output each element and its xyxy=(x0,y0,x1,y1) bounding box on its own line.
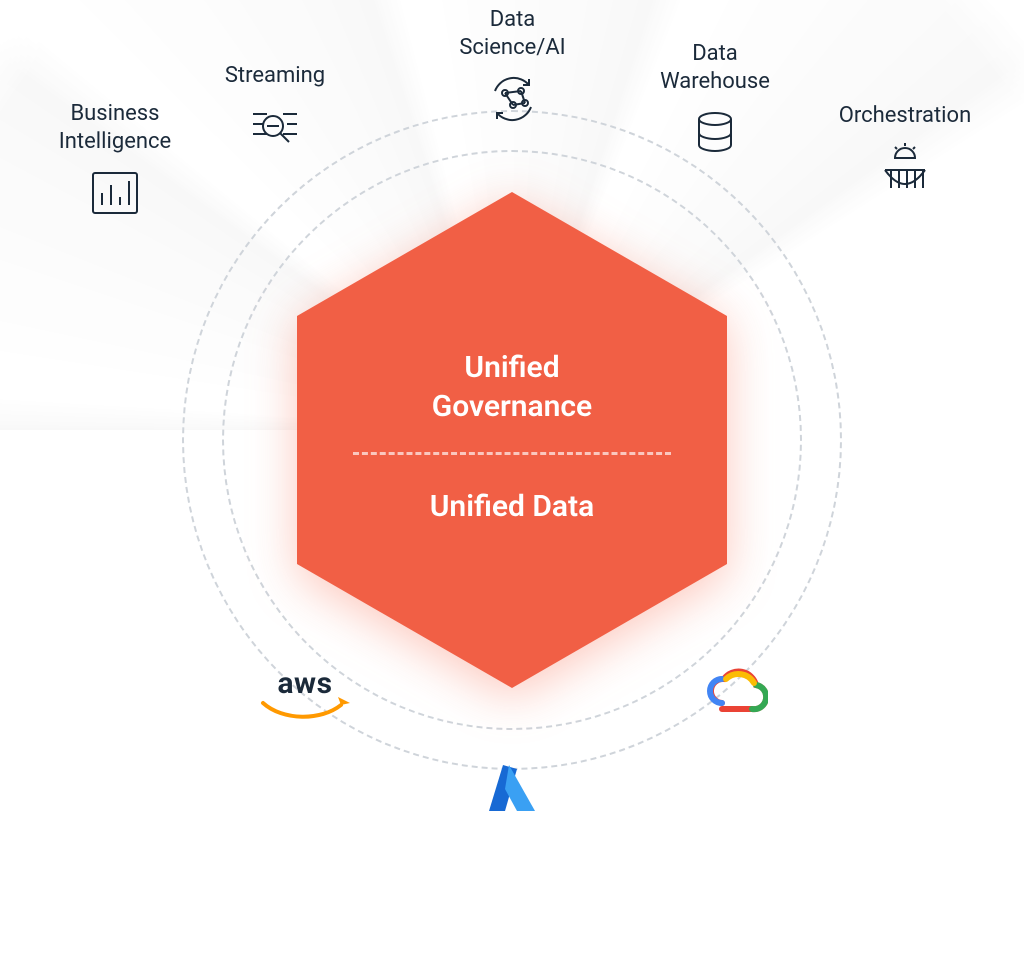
hex-bottom-title: Unified Data xyxy=(430,455,595,546)
aws-wordmark: aws xyxy=(278,666,333,701)
center-hexagon: Unified Governance Unified Data xyxy=(297,192,727,688)
hex-top-title: Unified Governance xyxy=(432,334,592,452)
aws-smile-icon xyxy=(259,697,351,725)
capability-label: Orchestration xyxy=(839,102,971,130)
gear-bridge-icon xyxy=(877,140,933,196)
azure-icon xyxy=(483,761,541,819)
provider-azure xyxy=(482,760,542,820)
provider-google-cloud xyxy=(700,660,770,720)
network-cycle-icon xyxy=(485,71,541,127)
stream-search-icon xyxy=(247,100,303,156)
capability-label: Streaming xyxy=(225,62,325,90)
provider-aws: aws xyxy=(245,660,365,730)
capability-label: Data Warehouse xyxy=(660,40,770,95)
capability-label: Data Science/AI xyxy=(459,6,565,61)
capability-business-intelligence: Business Intelligence xyxy=(35,100,195,221)
capability-data-warehouse: Data Warehouse xyxy=(630,40,800,161)
google-cloud-icon xyxy=(702,663,768,717)
bar-chart-icon xyxy=(87,165,143,221)
capability-streaming: Streaming xyxy=(200,62,350,156)
database-icon xyxy=(687,105,743,161)
capability-orchestration: Orchestration xyxy=(810,102,1000,196)
capability-data-science-ai: Data Science/AI xyxy=(420,6,605,127)
capability-label: Business Intelligence xyxy=(59,100,171,155)
architecture-diagram: Business Intelligence Streaming xyxy=(0,0,1024,826)
